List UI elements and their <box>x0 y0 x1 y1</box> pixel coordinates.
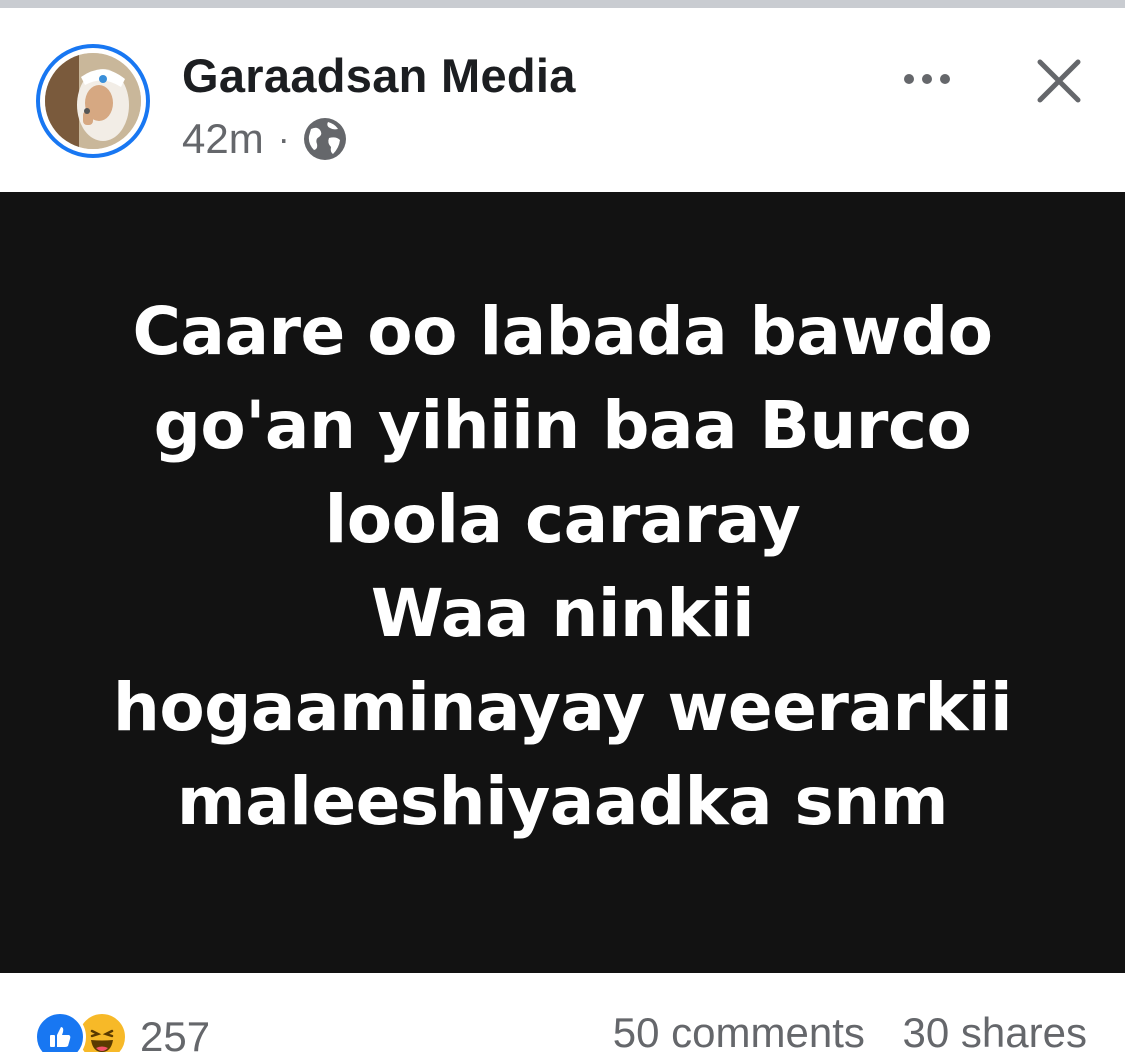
post-header: Garaadsan Media 42m · <box>0 8 1125 192</box>
feed-divider <box>0 0 1125 8</box>
avatar-image <box>45 53 141 149</box>
page-name[interactable]: Garaadsan Media <box>182 48 576 103</box>
facebook-post: Garaadsan Media 42m · Caare oo labada ba… <box>0 0 1125 1052</box>
headline-line: Caare oo labada bawdo <box>132 292 993 370</box>
engagement-summary: 50 comments 30 shares <box>613 1009 1087 1052</box>
headline-line: maleeshiyaadka snm <box>176 762 949 840</box>
globe-icon[interactable] <box>302 116 348 162</box>
reaction-count: 257 <box>140 1013 211 1052</box>
reactions-summary[interactable]: 257 <box>34 1007 210 1052</box>
post-meta: 42m · <box>182 114 348 164</box>
shares-count[interactable]: 30 shares <box>903 1009 1087 1052</box>
headline-line: loola cararay <box>324 480 801 558</box>
headline-line: hogaaminayay weerarkii <box>112 668 1013 746</box>
post-footer: 257 50 comments 30 shares <box>0 973 1125 1052</box>
headline-line: go'an yihiin baa Burco <box>153 386 972 464</box>
post-image[interactable]: Caare oo labada bawdo go'an yihiin baa B… <box>0 192 1125 973</box>
close-button[interactable] <box>1028 50 1090 112</box>
like-icon <box>34 1011 86 1052</box>
close-icon <box>1037 59 1081 103</box>
post-headline: Caare oo labada bawdo go'an yihiin baa B… <box>63 285 1063 849</box>
meta-separator: · <box>277 118 290 159</box>
page-avatar[interactable] <box>36 44 150 158</box>
more-horizontal-icon <box>904 74 950 84</box>
more-options-button[interactable] <box>892 54 962 104</box>
headline-line: Waa ninkii <box>370 574 755 652</box>
post-time[interactable]: 42m <box>182 115 264 163</box>
comments-count[interactable]: 50 comments <box>613 1009 865 1052</box>
